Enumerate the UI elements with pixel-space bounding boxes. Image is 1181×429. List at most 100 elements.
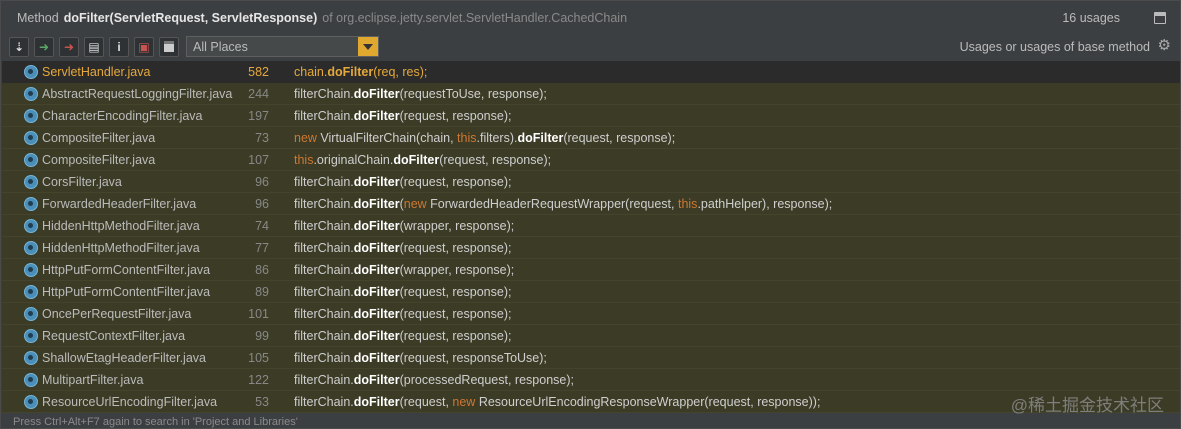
keyword: this <box>457 130 477 145</box>
usage-row[interactable]: CharacterEncodingFilter.java 197 filterCha… <box>2 105 1180 127</box>
filter-button[interactable]: ▣ <box>134 36 154 57</box>
java-class-icon <box>24 174 38 189</box>
method-call: doFilter <box>353 218 400 233</box>
usage-row[interactable]: MultipartFilter.java 122 filterChain.doFil… <box>2 369 1180 391</box>
method-signature: doFilter(ServletRequest, ServletResponse… <box>63 10 318 25</box>
usage-code-snippet: filterChain.doFilter(request, response); <box>294 241 511 255</box>
code-text: (request, response); <box>399 174 512 189</box>
gear-icon[interactable]: ⚙ <box>1158 38 1171 53</box>
show-read-access-button[interactable]: ➜ <box>34 36 54 57</box>
code-text: (req, res); <box>373 64 428 79</box>
usage-line-number: 96 <box>255 174 269 189</box>
usage-file-name: HiddenHttpMethodFilter.java <box>42 218 200 233</box>
chevron-down-icon[interactable] <box>358 37 378 56</box>
show-imports-button[interactable]: ▤ <box>84 36 104 57</box>
merge-usages-button[interactable]: ⇣ <box>9 36 29 57</box>
usage-code-snippet: this.originalChain.doFilter(request, res… <box>294 153 551 167</box>
usage-row[interactable]: OncePerRequestFilter.java 101 filterChain.… <box>2 303 1180 325</box>
method-call: doFilter <box>353 108 400 123</box>
usage-file-name: MultipartFilter.java <box>42 372 144 387</box>
usage-file-name: OncePerRequestFilter.java <box>42 306 192 321</box>
java-class-icon <box>24 394 38 409</box>
usage-line-number: 122 <box>248 372 269 387</box>
usage-row[interactable]: CorsFilter.java 96 filterChain.doFilter(re… <box>2 171 1180 193</box>
scope-dropdown[interactable]: All Places <box>186 36 379 57</box>
scope-value: All Places <box>193 39 248 54</box>
code-text: filterChain. <box>294 372 354 387</box>
usage-file-name: CorsFilter.java <box>42 174 122 189</box>
code-text: filterChain. <box>294 196 354 211</box>
usage-code-snippet: filterChain.doFilter(processedRequest, r… <box>294 373 574 387</box>
java-class-icon <box>24 284 38 299</box>
code-text: (request, response); <box>399 328 512 343</box>
method-call: doFilter <box>353 328 400 343</box>
java-class-icon <box>24 350 38 365</box>
status-hint: Press Ctrl+Alt+F7 again to search in 'Pr… <box>13 416 298 428</box>
java-class-icon <box>24 196 38 211</box>
code-text: .originalChain. <box>313 152 394 167</box>
code-text: filterChain. <box>294 328 354 343</box>
usage-row[interactable]: CompositeFilter.java 73 new VirtualFilterC… <box>2 127 1180 149</box>
usage-row[interactable]: HiddenHttpMethodFilter.java 77 filterChain… <box>2 237 1180 259</box>
keyword: this <box>677 196 698 211</box>
code-text: filterChain. <box>294 108 354 123</box>
code-text: ResourceUrlEncodingResponseWrapper(reque… <box>478 394 821 409</box>
usage-line-number: 101 <box>248 306 269 321</box>
popup-header: Method doFilter(ServletRequest, ServletR… <box>1 1 1180 34</box>
code-text: (wrapper, response); <box>399 218 515 233</box>
usage-row[interactable]: ShallowEtagHeaderFilter.java 105 filterCha… <box>2 347 1180 369</box>
java-class-icon <box>24 262 38 277</box>
usage-code-snippet: filterChain.doFilter(request, response); <box>294 175 511 189</box>
preview-button[interactable] <box>159 36 179 57</box>
code-text: ForwardedHeaderRequestWrapper(request, <box>430 196 678 211</box>
java-class-icon <box>24 306 38 321</box>
usage-code-snippet: filterChain.doFilter(wrapper, response); <box>294 263 514 277</box>
usages-count: 16 usages <box>1062 10 1120 25</box>
method-call: doFilter <box>353 174 400 189</box>
usage-row[interactable]: ServletHandler.java 582 chain.doFilter(req… <box>2 61 1180 83</box>
show-write-access-button[interactable]: ➜ <box>59 36 79 57</box>
usage-code-snippet: chain.doFilter(req, res); <box>294 65 427 79</box>
keyword: new <box>294 130 321 145</box>
usage-line-number: 74 <box>255 218 269 233</box>
java-class-icon <box>24 372 38 387</box>
usage-row[interactable]: AbstractRequestLoggingFilter.java 244 filt… <box>2 83 1180 105</box>
usage-line-number: 77 <box>255 240 269 255</box>
code-text: (request, response); <box>563 130 676 145</box>
usage-row[interactable]: HttpPutFormContentFilter.java 86 filterCha… <box>2 259 1180 281</box>
usage-row[interactable]: ResourceUrlEncodingFilter.java 53 filterCh… <box>2 391 1180 413</box>
usage-code-snippet: filterChain.doFilter(wrapper, response); <box>294 219 514 233</box>
usage-row[interactable]: ForwardedHeaderFilter.java 96 filterChain.… <box>2 193 1180 215</box>
usage-line-number: 89 <box>255 284 269 299</box>
usage-row[interactable]: RequestContextFilter.java 99 filterChain.d… <box>2 325 1180 347</box>
usage-options-label: Usages or usages of base method <box>959 39 1150 54</box>
usage-line-number: 99 <box>255 328 269 343</box>
method-call: doFilter <box>353 196 400 211</box>
code-text: filterChain. <box>294 394 354 409</box>
method-call: doFilter <box>327 64 374 79</box>
usage-row[interactable]: HttpPutFormContentFilter.java 89 filterCha… <box>2 281 1180 303</box>
open-in-window-icon[interactable] <box>1154 12 1166 24</box>
usage-line-number: 53 <box>255 394 269 409</box>
usage-row[interactable]: CompositeFilter.java 107 this.originalChai… <box>2 149 1180 171</box>
keyword: new <box>452 394 479 409</box>
usage-file-name: HttpPutFormContentFilter.java <box>42 284 211 299</box>
code-text: filterChain. <box>294 284 354 299</box>
java-class-icon <box>24 108 38 123</box>
usage-line-number: 105 <box>248 350 269 365</box>
code-text: filterChain. <box>294 262 354 277</box>
code-text: (request, response); <box>399 240 512 255</box>
usage-line-number: 107 <box>248 152 269 167</box>
info-button[interactable]: i <box>109 36 129 57</box>
java-class-icon <box>24 218 38 233</box>
code-text: .pathHelper), response); <box>697 196 833 211</box>
usage-file-name: ForwardedHeaderFilter.java <box>42 196 197 211</box>
code-text: chain. <box>294 64 328 79</box>
code-text: (requestToUse, response); <box>399 86 547 101</box>
code-text: filterChain. <box>294 174 354 189</box>
toolbar: ⇣ ➜ ➜ ▤ i ▣ All Places Usages or usages … <box>1 34 1180 59</box>
usage-row[interactable]: HiddenHttpMethodFilter.java 74 filterChain… <box>2 215 1180 237</box>
code-text: .filters). <box>476 130 518 145</box>
method-call: doFilter <box>353 372 400 387</box>
method-call: doFilter <box>353 350 400 365</box>
